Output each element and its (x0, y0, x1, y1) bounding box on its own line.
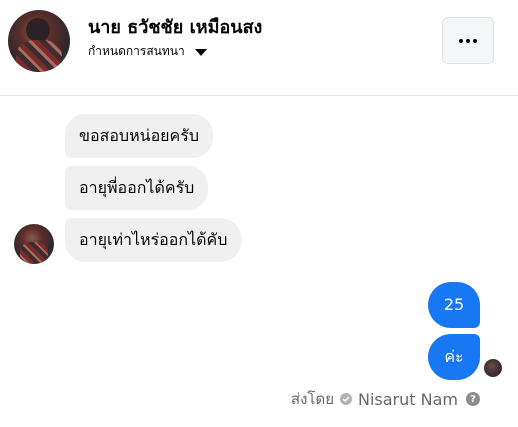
more-options-button[interactable] (442, 17, 494, 64)
outgoing-message[interactable]: 25 (428, 282, 480, 328)
contact-avatar[interactable] (8, 10, 70, 72)
question-circle-icon[interactable]: ? (466, 392, 480, 406)
sent-by-row: ส่งโดย Nisarut Nam ? (291, 388, 480, 410)
nickname-dropdown[interactable]: กำหนดการสนทนา (88, 41, 207, 61)
sender-name[interactable]: Nisarut Nam (358, 390, 458, 409)
more-horizontal-icon (459, 38, 463, 43)
incoming-message[interactable]: อายุพี่ออกได้ครับ (65, 166, 209, 210)
sender-avatar[interactable] (14, 224, 54, 264)
nickname-label: กำหนดการสนทนา (88, 43, 185, 58)
conversation-header: นาย ธวัชชัย เหมือนสง กำหนดการสนทนา (0, 0, 518, 96)
incoming-message[interactable]: อายุเท่าไหร่ออกได้คับ (65, 218, 242, 262)
contact-name[interactable]: นาย ธวัชชัย เหมือนสง (88, 12, 262, 41)
caret-down-icon (194, 48, 207, 56)
incoming-message[interactable]: ขอสอบหน่อยครับ (65, 114, 213, 158)
seen-receipt-avatar (484, 359, 502, 377)
check-circle-icon (340, 393, 352, 405)
sent-by-label: ส่งโดย (290, 390, 334, 408)
outgoing-message[interactable]: ค่ะ (428, 334, 480, 380)
